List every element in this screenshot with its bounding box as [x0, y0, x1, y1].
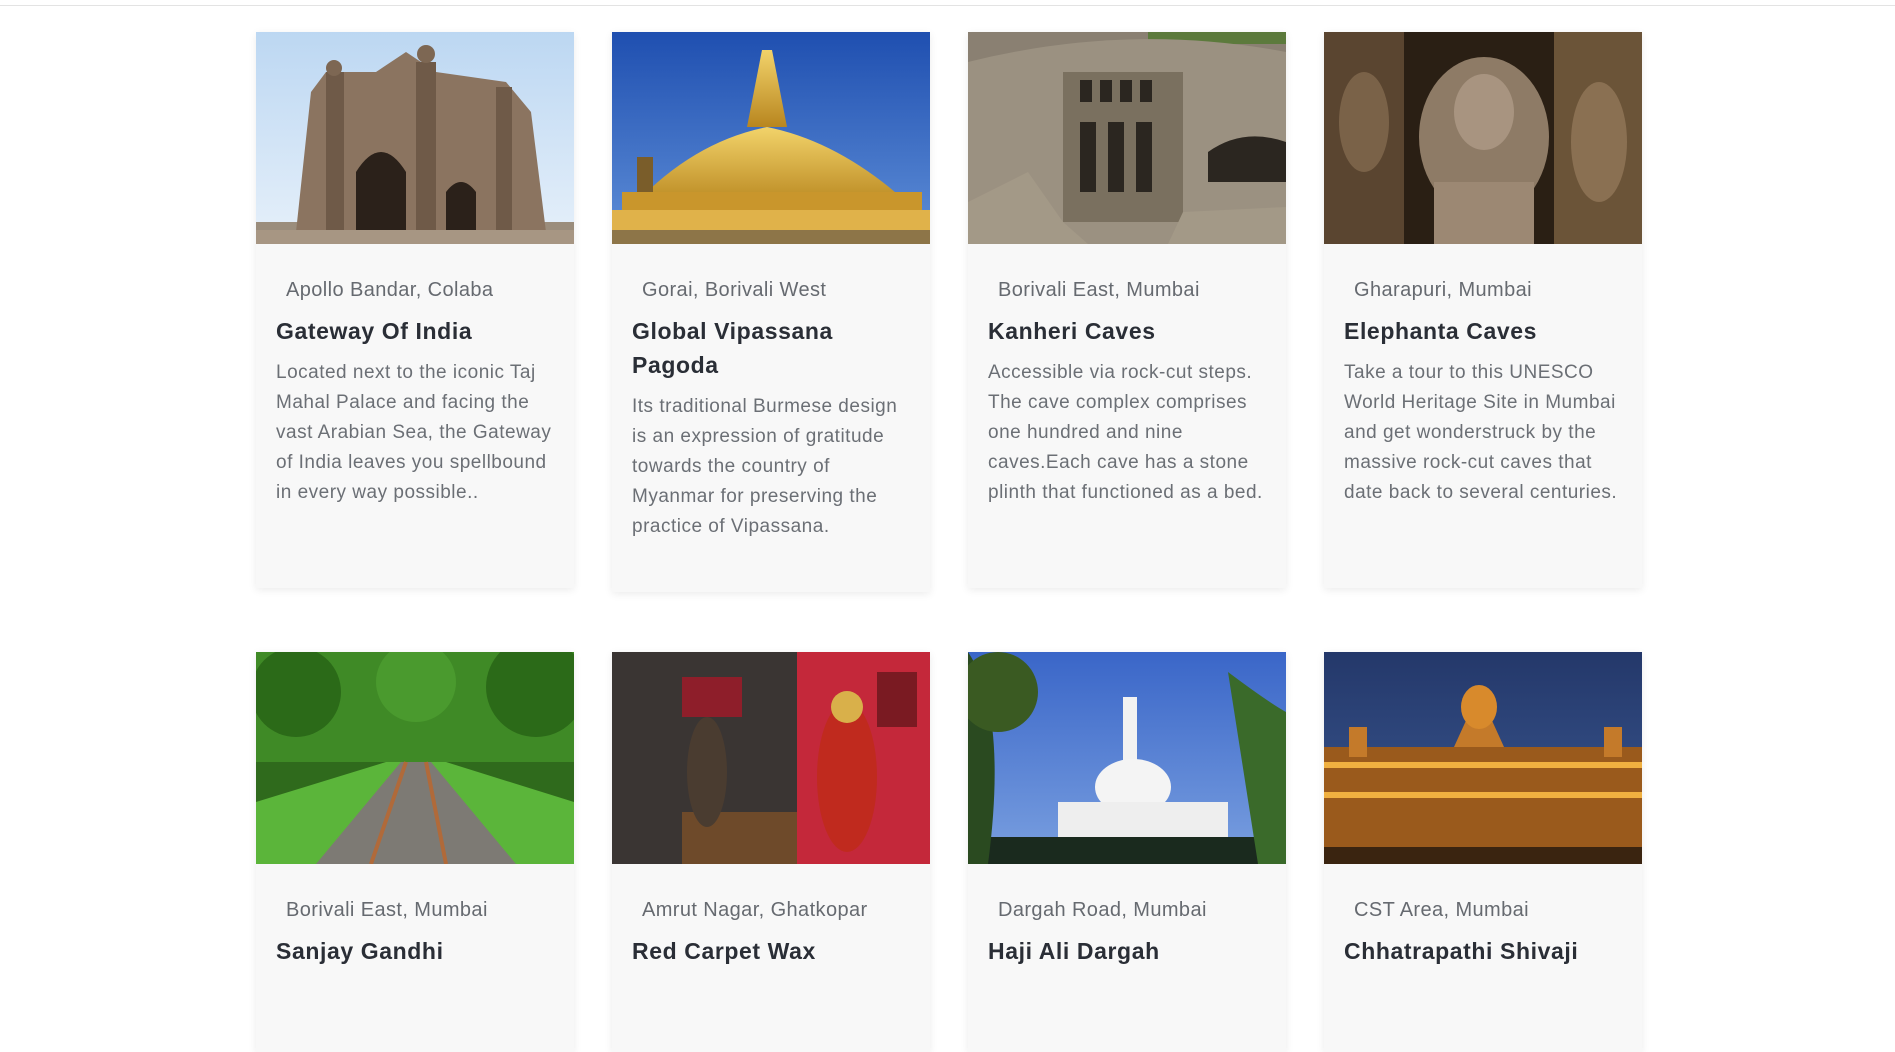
wax-museum-photo[interactable]	[612, 652, 930, 864]
attraction-card[interactable]: Apollo Bandar, Colaba Gateway Of India L…	[256, 32, 574, 588]
attraction-title[interactable]: Haji Ali Dargah	[988, 934, 1266, 968]
attraction-title[interactable]: Red Carpet Wax	[632, 934, 910, 968]
location-text: Apollo Bandar, Colaba	[286, 279, 494, 301]
attraction-title[interactable]: Elephanta Caves	[1344, 314, 1622, 348]
location-text: CST Area, Mumbai	[1354, 899, 1529, 921]
header-divider	[0, 5, 1895, 6]
attraction-card[interactable]: Borivali East, Mumbai Sanjay Gandhi	[256, 652, 574, 1052]
location-text: Amrut Nagar, Ghatkopar	[642, 899, 868, 921]
gateway-of-india-photo[interactable]	[256, 32, 574, 244]
attraction-title[interactable]: Chhatrapathi Shivaji	[1344, 934, 1622, 968]
attraction-card[interactable]: CST Area, Mumbai Chhatrapathi Shivaji	[1324, 652, 1642, 1052]
attraction-description: Its traditional Burmese design is an exp…	[632, 396, 898, 537]
attraction-description: Accessible via rock-cut steps. The cave …	[988, 362, 1263, 503]
location-text: Dargah Road, Mumbai	[998, 899, 1207, 921]
attraction-card[interactable]: Borivali East, Mumbai Kanheri Caves Acce…	[968, 32, 1286, 588]
stone-sculpture-photo[interactable]	[1324, 32, 1642, 244]
attraction-title[interactable]: Kanheri Caves	[988, 314, 1266, 348]
attraction-card[interactable]: Gharapuri, Mumbai Elephanta Caves Take a…	[1324, 32, 1642, 588]
location-text: Gorai, Borivali West	[642, 279, 827, 301]
golden-pagoda-photo[interactable]	[612, 32, 930, 244]
location-text: Borivali East, Mumbai	[286, 899, 488, 921]
rock-cut-caves-photo[interactable]	[968, 32, 1286, 244]
attraction-card[interactable]: Dargah Road, Mumbai Haji Ali Dargah	[968, 652, 1286, 1052]
white-mosque-photo[interactable]	[968, 652, 1286, 864]
attractions-grid: Apollo Bandar, Colaba Gateway Of India L…	[256, 32, 1644, 1052]
location-text: Gharapuri, Mumbai	[1354, 279, 1532, 301]
attraction-card[interactable]: Amrut Nagar, Ghatkopar Red Carpet Wax	[612, 652, 930, 1052]
attraction-description: Located next to the iconic Taj Mahal Pal…	[276, 362, 552, 503]
attraction-title[interactable]: Gateway Of India	[276, 314, 554, 348]
attraction-title[interactable]: Sanjay Gandhi	[276, 934, 554, 968]
attraction-card[interactable]: Gorai, Borivali West Global Vipassana Pa…	[612, 32, 930, 592]
location-text: Borivali East, Mumbai	[998, 279, 1200, 301]
attraction-title[interactable]: Global Vipassana Pagoda	[632, 314, 910, 382]
attraction-description: Take a tour to this UNESCO World Heritag…	[1344, 362, 1618, 503]
illuminated-station-photo[interactable]	[1324, 652, 1642, 864]
forest-railway-track-photo[interactable]	[256, 652, 574, 864]
